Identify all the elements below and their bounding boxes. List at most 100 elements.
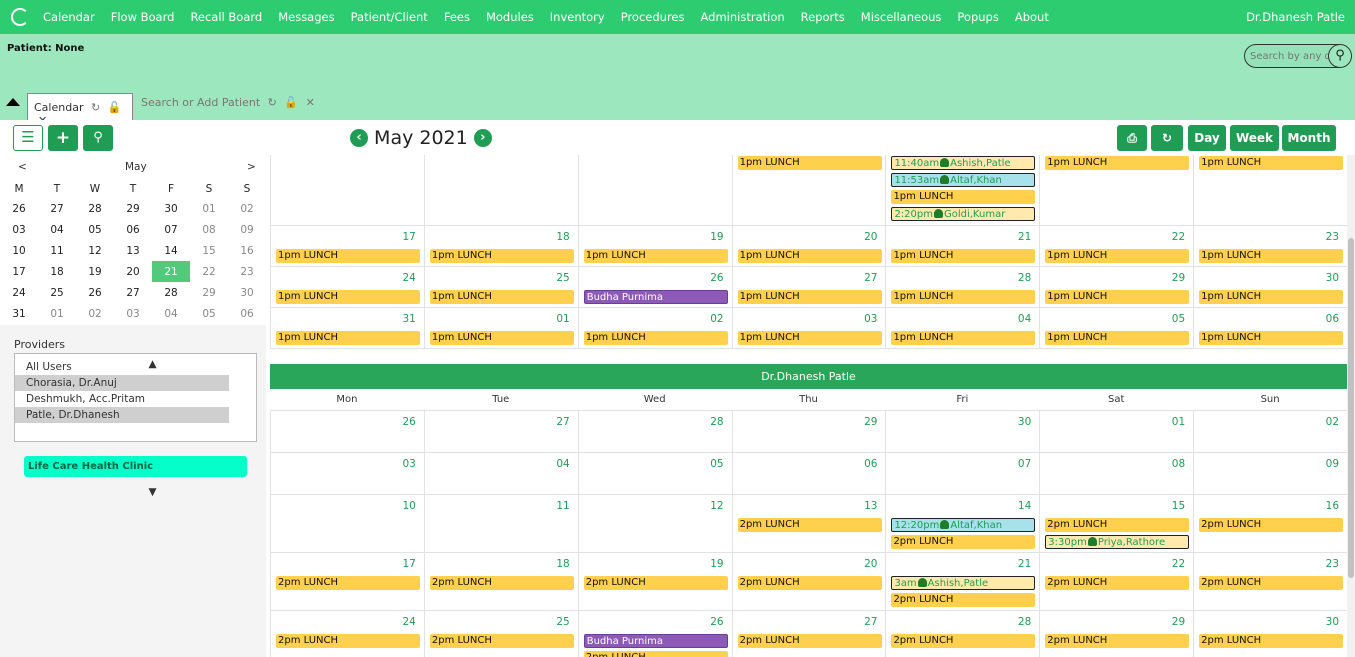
day-cell[interactable]: 23 2pm LUNCH — [1193, 553, 1347, 610]
lunch-event[interactable]: 2pm LUNCH — [429, 576, 574, 590]
lunch-event[interactable]: 2pm LUNCH — [583, 576, 728, 590]
mini-day[interactable]: 29 — [190, 282, 228, 303]
lunch-event[interactable]: 2pm LUNCH — [891, 634, 1036, 648]
lunch-event[interactable]: 2pm LUNCH — [1199, 634, 1344, 648]
lunch-event[interactable]: 1pm LUNCH — [276, 331, 420, 345]
day-cell[interactable] — [577, 155, 732, 225]
day-cell[interactable]: 27 2pm LUNCH — [731, 611, 886, 657]
day-cell[interactable]: 29 2pm LUNCH — [1039, 611, 1193, 657]
month-view-button[interactable]: Month — [1282, 125, 1336, 151]
lunch-event[interactable]: 1pm LUNCH — [1199, 331, 1344, 345]
day-cell[interactable]: 30 1pm LUNCH — [1193, 267, 1347, 307]
mini-day[interactable]: 16 — [228, 240, 266, 261]
mini-day[interactable]: 12 — [76, 240, 114, 261]
mini-day[interactable]: 28 — [76, 198, 114, 219]
day-cell[interactable]: 26 — [270, 411, 424, 452]
mini-day[interactable]: 26 — [0, 198, 38, 219]
appointment-event[interactable]: 3:30pm Priya,Rathore — [1045, 535, 1190, 549]
mini-day[interactable]: 04 — [38, 219, 76, 240]
lunch-event[interactable]: 1pm LUNCH — [891, 331, 1036, 345]
providers-list[interactable]: All Users Chorasia, Dr.Anuj Deshmukh, Acc.… — [14, 353, 257, 498]
nav-item-modules[interactable]: Modules — [486, 10, 534, 24]
day-cell[interactable]: 26 Budha Purnima 2pm LUNCH — [577, 611, 732, 657]
lunch-event[interactable]: 2pm LUNCH — [583, 651, 728, 657]
day-cell[interactable]: 04 1pm LUNCH — [885, 308, 1039, 348]
mini-day[interactable]: 06 — [114, 219, 152, 240]
day-cell[interactable]: 20 2pm LUNCH — [731, 553, 886, 610]
mini-day[interactable]: 13 — [114, 240, 152, 261]
appointment-event[interactable]: 3am Ashish,Patle — [891, 576, 1036, 590]
mini-day[interactable]: 06 — [228, 303, 266, 324]
day-cell[interactable]: 06 — [731, 453, 886, 494]
day-cell[interactable]: 09 — [1193, 453, 1347, 494]
mini-day[interactable]: 29 — [114, 198, 152, 219]
provider-option[interactable]: Patle, Dr.Dhanesh — [15, 407, 229, 423]
day-cell[interactable]: 23 1pm LUNCH — [1193, 226, 1347, 266]
lunch-event[interactable]: 1pm LUNCH — [276, 249, 420, 263]
lunch-event[interactable]: 2pm LUNCH — [737, 576, 882, 590]
add-icon[interactable]: + — [48, 125, 78, 151]
nav-item-administration[interactable]: Administration — [701, 10, 785, 24]
mini-day[interactable]: 21 — [152, 261, 190, 282]
lunch-event[interactable]: 1pm LUNCH — [737, 156, 882, 170]
nav-item-fees[interactable]: Fees — [444, 10, 470, 24]
lunch-event[interactable]: 1pm LUNCH — [583, 331, 728, 345]
lunch-event[interactable]: 2pm LUNCH — [276, 576, 420, 590]
day-cell[interactable]: 10 — [270, 495, 424, 552]
lunch-event[interactable]: 2pm LUNCH — [737, 518, 882, 532]
lunch-event[interactable]: 1pm LUNCH — [429, 290, 574, 304]
day-cell[interactable]: 14 12:20pm Altaf,Khan 2pm LUNCH — [885, 495, 1039, 552]
lunch-event[interactable]: 1pm LUNCH — [583, 249, 728, 263]
tab-calendar[interactable]: Calendar ↻ 🔓 ✕ — [27, 93, 133, 127]
mini-day[interactable]: 01 — [38, 303, 76, 324]
lunch-event[interactable]: 1pm LUNCH — [429, 331, 574, 345]
refresh-icon[interactable]: ↻ — [268, 96, 277, 109]
nav-item-popups[interactable]: Popups — [957, 10, 998, 24]
day-cell[interactable]: 08 — [1039, 453, 1193, 494]
mini-day[interactable]: 05 — [190, 303, 228, 324]
day-cell[interactable]: 18 2pm LUNCH — [423, 553, 578, 610]
mini-day[interactable]: 05 — [76, 219, 114, 240]
mini-day[interactable]: 09 — [228, 219, 266, 240]
day-cell[interactable]: 27 1pm LUNCH — [731, 267, 886, 307]
lunch-event[interactable]: 1pm LUNCH — [1199, 156, 1344, 170]
day-cell[interactable]: 16 2pm LUNCH — [1193, 495, 1347, 552]
lunch-event[interactable]: 1pm LUNCH — [737, 290, 882, 304]
lunch-event[interactable]: 1pm LUNCH — [891, 290, 1036, 304]
mini-day[interactable]: 04 — [152, 303, 190, 324]
day-cell[interactable]: 11:40am Ashish,Patle 11:53am Altaf,Khan 1pm … — [885, 155, 1039, 225]
day-cell[interactable]: 02 — [1193, 411, 1347, 452]
day-cell[interactable]: 30 — [885, 411, 1039, 452]
nav-item-miscellaneous[interactable]: Miscellaneous — [861, 10, 942, 24]
holiday-event[interactable]: Budha Purnima — [583, 290, 728, 304]
appointment-event[interactable]: 11:53am Altaf,Khan — [891, 173, 1036, 187]
lunch-event[interactable]: 1pm LUNCH — [737, 249, 882, 263]
refresh-icon[interactable]: ↻ — [91, 101, 100, 114]
day-cell[interactable]: 13 2pm LUNCH — [731, 495, 886, 552]
app-logo-icon[interactable] — [11, 8, 29, 26]
day-cell[interactable]: 22 2pm LUNCH — [1039, 553, 1193, 610]
print-icon[interactable]: ⎙ — [1117, 125, 1147, 151]
day-cell[interactable]: 20 1pm LUNCH — [731, 226, 886, 266]
day-cell[interactable]: 01 1pm LUNCH — [423, 308, 578, 348]
mini-day[interactable]: 10 — [0, 240, 38, 261]
nav-item-about[interactable]: About — [1015, 10, 1049, 24]
day-view-button[interactable]: Day — [1188, 125, 1226, 151]
mini-day[interactable]: 23 — [228, 261, 266, 282]
day-cell[interactable]: 05 — [577, 453, 732, 494]
day-cell[interactable]: 1pm LUNCH — [731, 155, 886, 225]
day-cell[interactable]: 04 — [423, 453, 578, 494]
mini-next-button[interactable]: > — [247, 161, 256, 173]
user-menu[interactable]: Dr.Dhanesh Patle — [1246, 10, 1345, 24]
day-cell[interactable]: 03 — [270, 453, 424, 494]
day-cell[interactable]: 21 1pm LUNCH — [885, 226, 1039, 266]
lunch-event[interactable]: 1pm LUNCH — [429, 249, 574, 263]
day-cell[interactable]: 24 2pm LUNCH — [270, 611, 424, 657]
day-cell[interactable]: 24 1pm LUNCH — [270, 267, 424, 307]
mini-day[interactable]: 28 — [152, 282, 190, 303]
mini-day[interactable]: 07 — [152, 219, 190, 240]
mini-day[interactable]: 30 — [152, 198, 190, 219]
lunch-event[interactable]: 2pm LUNCH — [891, 535, 1036, 549]
day-cell[interactable]: 07 — [885, 453, 1039, 494]
lunch-event[interactable]: 1pm LUNCH — [1045, 290, 1190, 304]
